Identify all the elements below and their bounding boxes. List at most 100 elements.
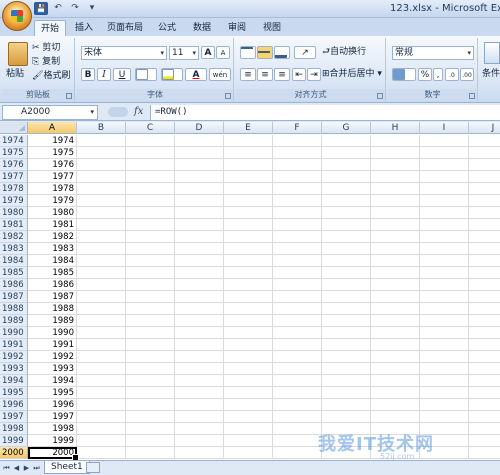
align-top-button[interactable] xyxy=(240,46,256,59)
select-all-button[interactable] xyxy=(0,122,28,134)
row-header[interactable]: 1977 xyxy=(0,171,28,183)
cell-a[interactable]: 1978 xyxy=(28,183,77,195)
increase-indent-button[interactable]: ⇥ xyxy=(307,68,321,81)
active-cell-a2000[interactable]: 2000 xyxy=(28,447,79,460)
cell-a[interactable]: 1974 xyxy=(28,135,77,147)
row-cells[interactable] xyxy=(28,135,500,147)
cell-a[interactable]: 1977 xyxy=(28,171,77,183)
row-cells[interactable] xyxy=(28,291,500,303)
align-right-button[interactable]: ≡ xyxy=(274,68,290,81)
row-cells[interactable] xyxy=(28,171,500,183)
cell-a[interactable]: 1982 xyxy=(28,231,77,243)
formula-input[interactable]: =ROW() xyxy=(150,105,500,120)
row-cells[interactable] xyxy=(28,399,500,411)
cell-a[interactable]: 1975 xyxy=(28,147,77,159)
alignment-launcher-icon[interactable] xyxy=(377,93,383,99)
row-header[interactable]: 1983 xyxy=(0,243,28,255)
prev-sheet-icon[interactable]: ◀ xyxy=(12,463,21,473)
row-cells[interactable] xyxy=(28,351,500,363)
column-header-h[interactable]: H xyxy=(371,122,420,134)
clipboard-launcher-icon[interactable] xyxy=(66,93,72,99)
phonetic-button[interactable]: wén xyxy=(209,68,231,81)
merge-center-button[interactable]: ⊞合并后居中 ▾ xyxy=(322,68,382,81)
row-cells[interactable] xyxy=(28,159,500,171)
align-center-button[interactable]: ≡ xyxy=(257,68,273,81)
cell-a[interactable]: 1983 xyxy=(28,243,77,255)
grow-font-button[interactable]: A xyxy=(201,46,215,59)
name-box[interactable]: A2000 ▾ xyxy=(2,105,98,120)
underline-button[interactable]: U xyxy=(113,68,131,81)
worksheet-grid[interactable]: A B C D E F G H I J 1974 1974 1975 1975 19… xyxy=(0,122,500,460)
column-header-j[interactable]: J xyxy=(469,122,500,134)
row-cells[interactable] xyxy=(28,315,500,327)
percent-button[interactable]: % xyxy=(418,68,432,81)
tab-data[interactable]: 数据 xyxy=(187,20,217,36)
cell-a[interactable]: 1991 xyxy=(28,339,77,351)
column-header-g[interactable]: G xyxy=(322,122,371,134)
next-sheet-icon[interactable]: ▶ xyxy=(22,463,31,473)
row-cells[interactable] xyxy=(28,243,500,255)
comma-button[interactable]: , xyxy=(433,68,443,81)
number-launcher-icon[interactable] xyxy=(469,93,475,99)
font-color-button[interactable]: A xyxy=(185,68,207,81)
row-header[interactable]: 1975 xyxy=(0,147,28,159)
align-bottom-button[interactable] xyxy=(274,46,290,59)
cell-a[interactable]: 1985 xyxy=(28,267,77,279)
cell-a[interactable]: 1996 xyxy=(28,399,77,411)
cell-a[interactable]: 1993 xyxy=(28,363,77,375)
row-cells[interactable] xyxy=(28,147,500,159)
insert-sheet-icon[interactable] xyxy=(86,462,100,473)
cell-a[interactable]: 1981 xyxy=(28,219,77,231)
tab-formulas[interactable]: 公式 xyxy=(152,20,182,36)
row-header[interactable]: 1998 xyxy=(0,423,28,435)
row-cells[interactable] xyxy=(28,339,500,351)
row-header[interactable]: 1996 xyxy=(0,399,28,411)
row-cells[interactable] xyxy=(28,219,500,231)
row-cells[interactable] xyxy=(28,231,500,243)
row-cells[interactable] xyxy=(28,279,500,291)
align-left-button[interactable]: ≡ xyxy=(240,68,256,81)
row-cells[interactable] xyxy=(28,363,500,375)
tab-home[interactable]: 开始 xyxy=(34,20,66,36)
cut-button[interactable]: ✂ 剪切 xyxy=(32,42,60,55)
row-header[interactable]: 1992 xyxy=(0,351,28,363)
align-middle-button[interactable] xyxy=(257,46,273,59)
wrap-text-button[interactable]: ⮐自动换行 xyxy=(322,46,366,59)
row-header[interactable]: 1976 xyxy=(0,159,28,171)
row-header[interactable]: 1997 xyxy=(0,411,28,423)
row-header[interactable]: 1984 xyxy=(0,255,28,267)
tab-review[interactable]: 审阅 xyxy=(222,20,252,36)
cell-a[interactable]: 1994 xyxy=(28,375,77,387)
sheet-tab-sheet1[interactable]: Sheet1 xyxy=(44,461,90,474)
cell-a[interactable]: 1976 xyxy=(28,159,77,171)
cell-a[interactable]: 1999 xyxy=(28,435,77,447)
row-header[interactable]: 1980 xyxy=(0,207,28,219)
row-cells[interactable] xyxy=(28,411,500,423)
row-header[interactable]: 1978 xyxy=(0,183,28,195)
insert-function-button[interactable]: fx xyxy=(134,106,143,117)
tab-view[interactable]: 视图 xyxy=(257,20,287,36)
cell-a[interactable]: 1984 xyxy=(28,255,77,267)
number-format-select[interactable]: 常规 ▾ xyxy=(392,46,474,60)
tab-page-layout[interactable]: 页面布局 xyxy=(103,20,147,36)
row-header[interactable]: 1994 xyxy=(0,375,28,387)
row-cells[interactable] xyxy=(28,387,500,399)
row-header[interactable]: 1993 xyxy=(0,363,28,375)
customize-qat-icon[interactable]: ▾ xyxy=(85,2,99,15)
fill-color-button[interactable] xyxy=(161,68,183,81)
cell-a[interactable]: 1992 xyxy=(28,351,77,363)
row-header[interactable]: 1981 xyxy=(0,219,28,231)
cell-a[interactable]: 1997 xyxy=(28,411,77,423)
italic-button[interactable]: I xyxy=(97,68,111,81)
column-header-c[interactable]: C xyxy=(126,122,175,134)
paste-button[interactable]: 粘贴 xyxy=(6,68,24,81)
row-header[interactable]: 1990 xyxy=(0,327,28,339)
cell-a[interactable]: 1979 xyxy=(28,195,77,207)
decrease-indent-button[interactable]: ⇤ xyxy=(292,68,306,81)
cell-a[interactable]: 1987 xyxy=(28,291,77,303)
shrink-font-button[interactable]: A xyxy=(216,46,230,59)
row-cells[interactable] xyxy=(28,303,500,315)
row-header[interactable]: 1995 xyxy=(0,387,28,399)
row-cells[interactable] xyxy=(28,327,500,339)
row-cells[interactable] xyxy=(28,207,500,219)
